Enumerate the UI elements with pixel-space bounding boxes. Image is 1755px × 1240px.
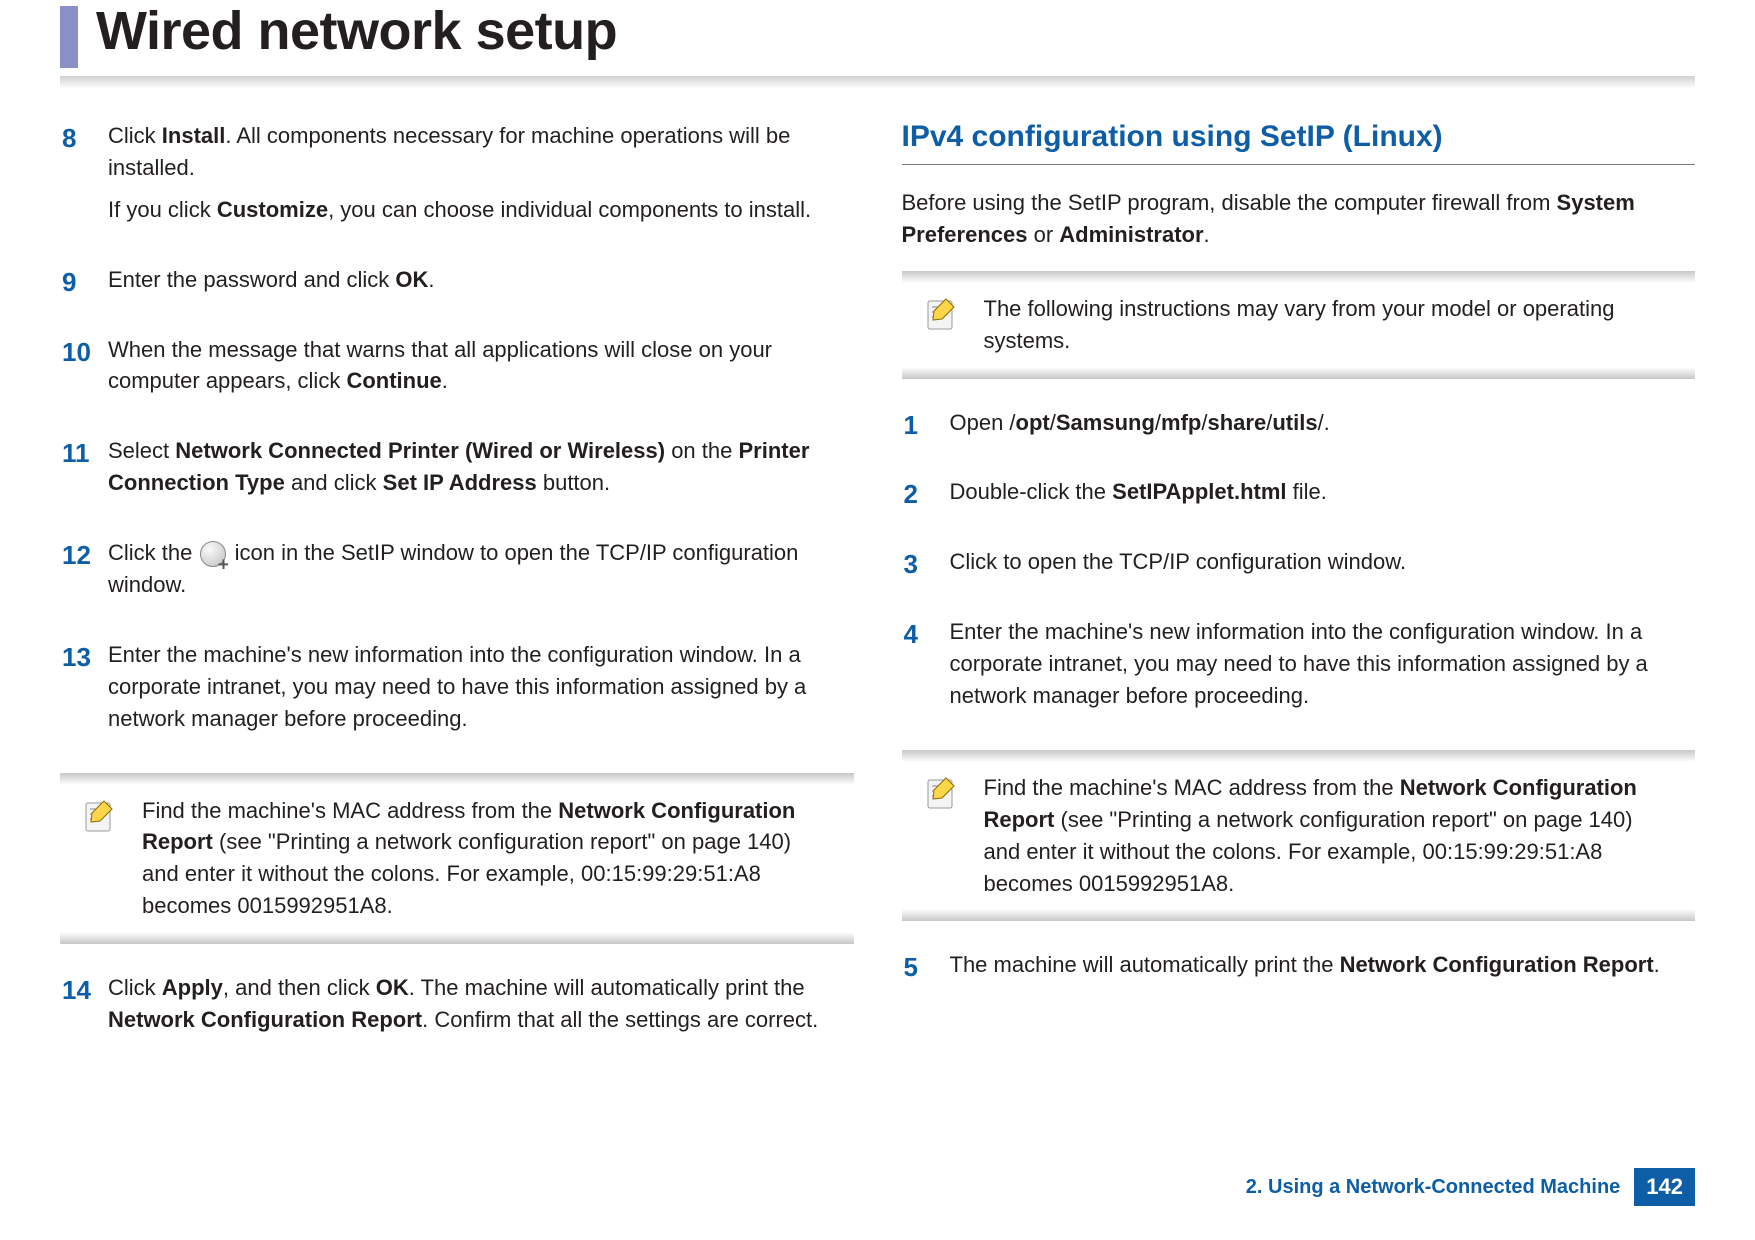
- step-text: Click Install. All components necessary …: [108, 120, 854, 184]
- step-number: 1: [902, 407, 950, 449]
- note-text: Find the machine's MAC address from the …: [984, 772, 1676, 900]
- step: 2Double-click the SetIPApplet.html file.: [902, 476, 1696, 518]
- step-body: Enter the machine's new information into…: [108, 639, 854, 745]
- step-body: Double-click the SetIPApplet.html file.: [950, 476, 1696, 518]
- step-body: When the message that warns that all app…: [108, 334, 854, 408]
- setip-add-icon: [200, 541, 226, 567]
- step-text: Double-click the SetIPApplet.html file.: [950, 476, 1696, 508]
- step-number: 4: [902, 616, 950, 722]
- step-text: Open /opt/Samsung/mfp/share/utils/.: [950, 407, 1696, 439]
- step-text: Select Network Connected Printer (Wired …: [108, 435, 854, 499]
- step-body: Open /opt/Samsung/mfp/share/utils/.: [950, 407, 1696, 449]
- step: 4Enter the machine's new information int…: [902, 616, 1696, 722]
- note-icon: [924, 295, 960, 331]
- step-body: Enter the machine's new information into…: [950, 616, 1696, 722]
- step: 5The machine will automatically print th…: [902, 949, 1696, 991]
- step-body: Click to open the TCP/IP configuration w…: [950, 546, 1696, 588]
- step-text: Enter the machine's new information into…: [950, 616, 1696, 712]
- right-steps: 1Open /opt/Samsung/mfp/share/utils/. 2Dou…: [902, 407, 1696, 722]
- left-step-14: 14Click Apply, and then click OK. The ma…: [60, 972, 854, 1046]
- step-body: Click Install. All components necessary …: [108, 120, 854, 236]
- step-text: Click the icon in the SetIP window to op…: [108, 537, 854, 601]
- step: 14Click Apply, and then click OK. The ma…: [60, 972, 854, 1046]
- step-text: Enter the machine's new information into…: [108, 639, 854, 735]
- step: 10When the message that warns that all a…: [60, 334, 854, 408]
- step-text: When the message that warns that all app…: [108, 334, 854, 398]
- step: 1Open /opt/Samsung/mfp/share/utils/.: [902, 407, 1696, 449]
- step-number: 5: [902, 949, 950, 991]
- note-icon: [82, 797, 118, 833]
- step-body: Select Network Connected Printer (Wired …: [108, 435, 854, 509]
- step: 13Enter the machine's new information in…: [60, 639, 854, 745]
- left-column: 8Click Install. All components necessary…: [60, 120, 854, 1074]
- step-number: 12: [60, 537, 108, 611]
- step-body: Enter the password and click OK.: [108, 264, 854, 306]
- note-text: Find the machine's MAC address from the …: [142, 795, 834, 923]
- page-title: Wired network setup: [96, 0, 617, 62]
- step-body: The machine will automatically print the…: [950, 949, 1696, 991]
- footer-chapter: 2. Using a Network-Connected Machine: [1246, 1176, 1621, 1199]
- step: 11Select Network Connected Printer (Wire…: [60, 435, 854, 509]
- footer-page-number: 142: [1634, 1168, 1695, 1206]
- title-bar: Wired network setup: [60, 0, 1695, 68]
- note-icon: [924, 774, 960, 810]
- step-number: 3: [902, 546, 950, 588]
- step-text: Click to open the TCP/IP configuration w…: [950, 546, 1696, 578]
- note-mac-left: Find the machine's MAC address from the …: [60, 773, 854, 945]
- step: 3Click to open the TCP/IP configuration …: [902, 546, 1696, 588]
- right-step-5: 5The machine will automatically print th…: [902, 949, 1696, 991]
- title-accent: [60, 6, 78, 68]
- footer: 2. Using a Network-Connected Machine 142: [1246, 1168, 1695, 1206]
- step-body: Click Apply, and then click OK. The mach…: [108, 972, 854, 1046]
- step-text: The machine will automatically print the…: [950, 949, 1696, 981]
- step-number: 8: [60, 120, 108, 236]
- left-steps: 8Click Install. All components necessary…: [60, 120, 854, 745]
- step-text: Enter the password and click OK.: [108, 264, 854, 296]
- step-number: 11: [60, 435, 108, 509]
- note-text: The following instructions may vary from…: [984, 293, 1676, 357]
- step-number: 9: [60, 264, 108, 306]
- right-column: IPv4 configuration using SetIP (Linux) B…: [902, 120, 1696, 1074]
- step-text: Click Apply, and then click OK. The mach…: [108, 972, 854, 1036]
- title-underline: [60, 76, 1695, 90]
- step-body: Click the icon in the SetIP window to op…: [108, 537, 854, 611]
- note-mac-right: Find the machine's MAC address from the …: [902, 750, 1696, 922]
- step-number: 2: [902, 476, 950, 518]
- intro-paragraph: Before using the SetIP program, disable …: [902, 187, 1696, 251]
- step-number: 13: [60, 639, 108, 745]
- step: 8Click Install. All components necessary…: [60, 120, 854, 236]
- step: 12Click the icon in the SetIP window to …: [60, 537, 854, 611]
- step-number: 10: [60, 334, 108, 408]
- note-os-vary: The following instructions may vary from…: [902, 271, 1696, 379]
- section-heading-linux: IPv4 configuration using SetIP (Linux): [902, 120, 1696, 165]
- step-number: 14: [60, 972, 108, 1046]
- step-text: If you click Customize, you can choose i…: [108, 194, 854, 226]
- step: 9Enter the password and click OK.: [60, 264, 854, 306]
